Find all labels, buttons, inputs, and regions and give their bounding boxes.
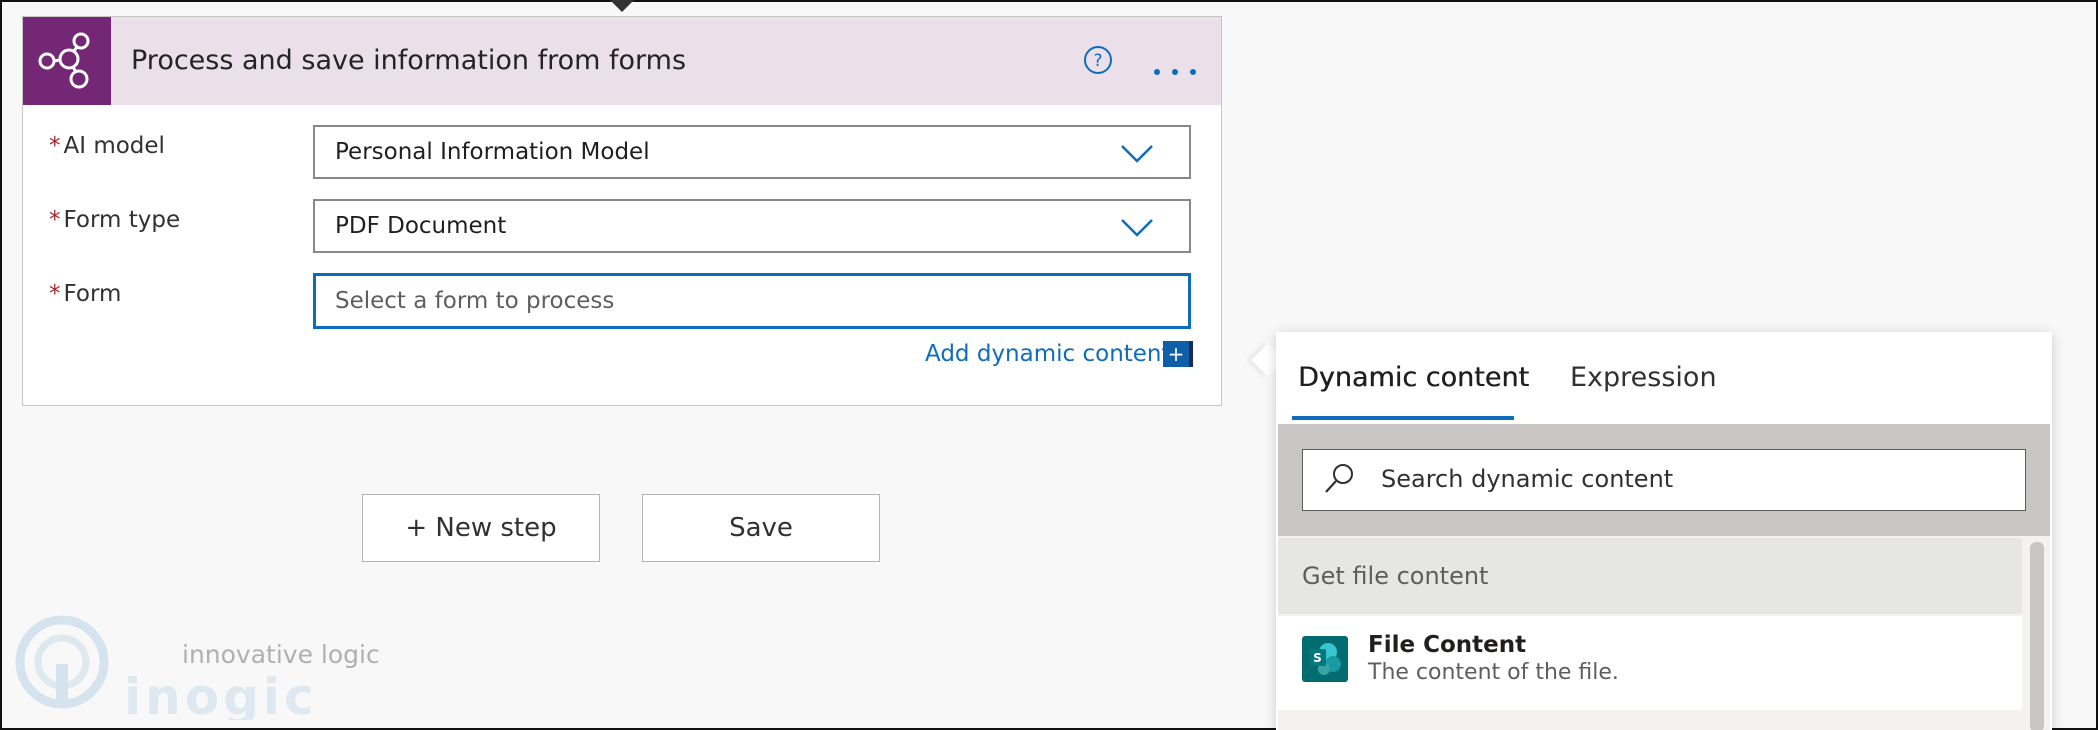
dynamic-content-panel: Dynamic content Expression Search dynami… xyxy=(1276,332,2052,730)
search-dynamic-content-input[interactable]: Search dynamic content xyxy=(1302,449,2026,511)
form-label: * Form xyxy=(49,281,121,307)
tab-expression[interactable]: Expression xyxy=(1570,362,1717,393)
item-description: The content of the file. xyxy=(1368,660,1619,685)
required-marker: * xyxy=(49,133,61,159)
svg-text:inogic: inogic xyxy=(124,668,318,720)
chevron-down-icon xyxy=(1121,219,1153,237)
card-title: Process and save information from forms xyxy=(131,45,687,76)
search-placeholder: Search dynamic content xyxy=(1381,465,1674,493)
ai-model-dropdown[interactable]: Personal Information Model xyxy=(313,125,1191,179)
watermark-tagline: innovative logic xyxy=(182,640,380,669)
ai-model-label-text: AI model xyxy=(63,133,165,159)
ai-builder-icon xyxy=(23,17,111,105)
chevron-down-icon xyxy=(1121,145,1153,163)
list-item-file-content[interactable]: S File Content The content of the file. xyxy=(1278,616,2022,710)
form-input-placeholder: Select a form to process xyxy=(335,288,615,314)
card-header[interactable]: Process and save information from forms … xyxy=(23,17,1221,105)
connector-arrow xyxy=(610,0,634,12)
scrollbar-thumb[interactable] xyxy=(2030,542,2044,730)
add-dynamic-content-link[interactable]: Add dynamic content xyxy=(925,341,1171,367)
tab-dynamic-content[interactable]: Dynamic content xyxy=(1298,362,1529,393)
svg-text:S: S xyxy=(1313,651,1322,665)
svg-text:?: ? xyxy=(1093,51,1102,71)
required-marker: * xyxy=(49,207,61,233)
sharepoint-icon: S xyxy=(1302,636,1348,682)
more-options-icon[interactable] xyxy=(1153,61,1197,75)
form-type-value: PDF Document xyxy=(335,213,507,239)
form-label-text: Form xyxy=(63,281,122,307)
help-icon[interactable]: ? xyxy=(1083,45,1113,75)
active-tab-indicator xyxy=(1292,416,1514,420)
item-title: File Content xyxy=(1368,632,1527,658)
form-type-label: * Form type xyxy=(49,207,180,233)
required-marker: * xyxy=(49,281,61,307)
form-type-dropdown[interactable]: PDF Document xyxy=(313,199,1191,253)
form-type-label-text: Form type xyxy=(63,207,181,233)
new-step-button[interactable]: + New step xyxy=(362,494,600,562)
form-input[interactable]: Select a form to process xyxy=(313,273,1191,329)
group-header-label: Get file content xyxy=(1302,562,1489,590)
ai-model-label: * AI model xyxy=(49,133,165,159)
search-icon xyxy=(1323,462,1355,496)
group-header-get-file-content[interactable]: Get file content xyxy=(1278,538,2022,614)
ai-model-value: Personal Information Model xyxy=(335,139,650,165)
save-button[interactable]: Save xyxy=(642,494,880,562)
action-card: Process and save information from forms … xyxy=(22,16,1222,406)
add-dynamic-content-button[interactable]: + xyxy=(1163,341,1193,367)
